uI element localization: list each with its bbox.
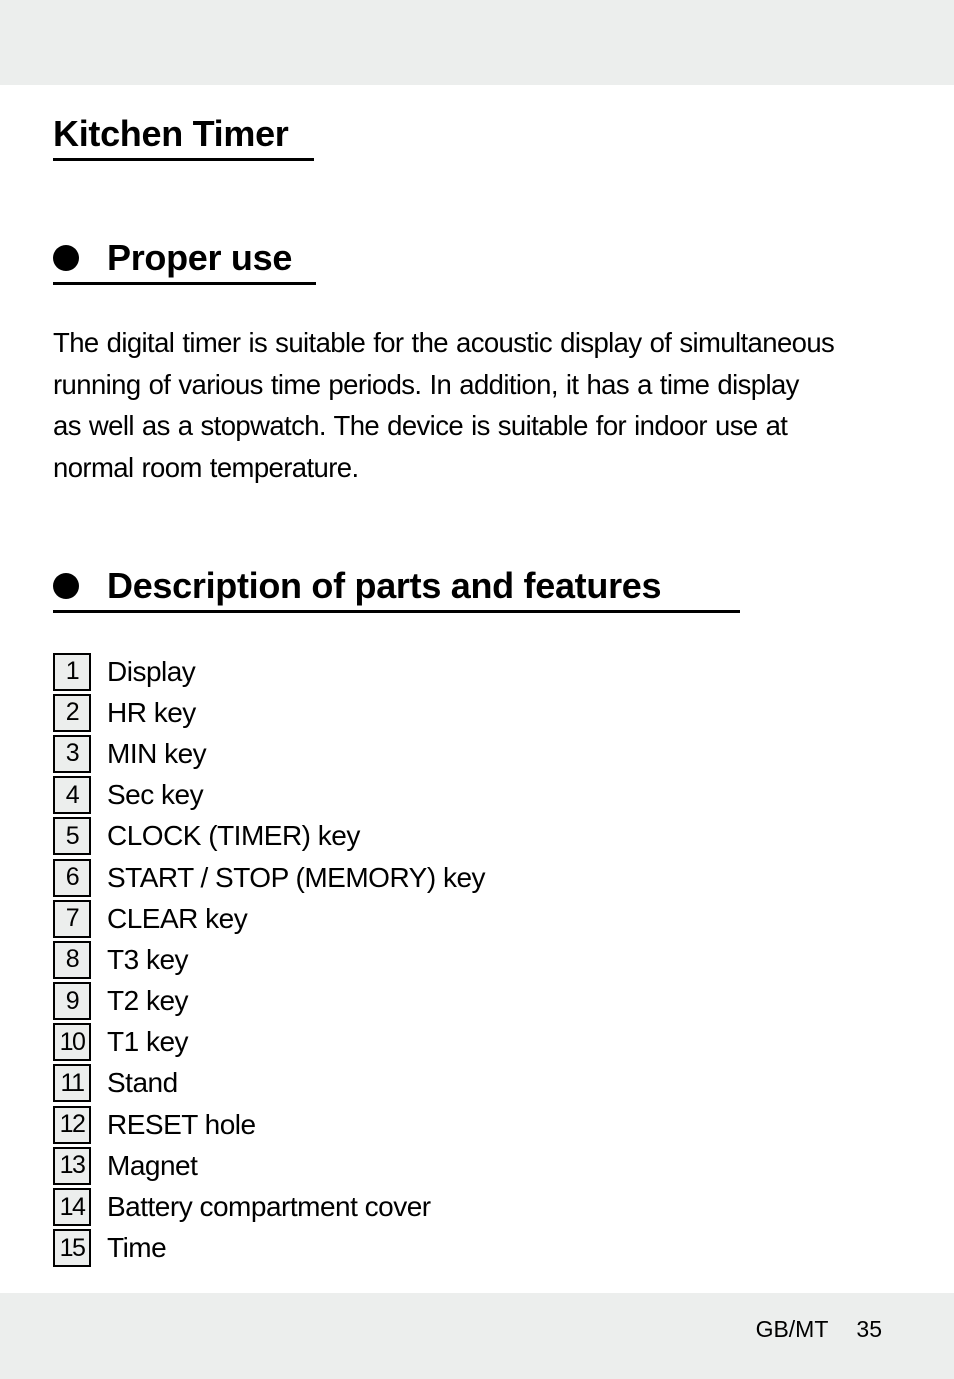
part-item: 1 Display <box>53 651 485 692</box>
part-item: 5 CLOCK (TIMER) key <box>53 816 485 857</box>
language-code: GB/MT <box>755 1316 829 1342</box>
part-item: 9 T2 key <box>53 981 485 1022</box>
part-label: Sec key <box>107 779 204 811</box>
part-number-box: 11 <box>53 1064 91 1103</box>
part-item: 6 START / STOP (MEMORY) key <box>53 857 486 898</box>
parts-list: 1 Display 2 HR key 3 MIN key 4 Sec key 5 CLOC… <box>53 651 486 1269</box>
part-label: Time <box>107 1232 167 1264</box>
section-heading-proper-use: Proper use <box>53 236 316 285</box>
part-label: T2 key <box>107 985 189 1017</box>
part-item: 7 CLEAR key <box>53 898 485 939</box>
page-title: Kitchen Timer <box>53 112 314 161</box>
part-item: 14 Battery compartment cover <box>53 1186 485 1227</box>
section-heading-label: Description of parts and features <box>107 565 662 606</box>
part-item: 11 Stand <box>53 1063 485 1104</box>
paragraph-line: normal room temperature. <box>53 451 359 483</box>
page-footer: GB/MT 35 <box>756 1316 882 1343</box>
part-item: 10 T1 key <box>53 1022 485 1063</box>
part-number-box: 13 <box>53 1146 91 1185</box>
proper-use-paragraph: The digital timer is suitable for the ac… <box>53 322 913 488</box>
part-label: RESET hole <box>107 1108 256 1140</box>
part-number-box: 5 <box>53 817 91 856</box>
part-item: 8 T3 key <box>53 939 485 980</box>
paragraph-line: The digital timer is suitable for the ac… <box>53 327 835 358</box>
part-label: Battery compartment cover <box>107 1191 431 1223</box>
part-label: T3 key <box>107 943 189 975</box>
part-label: Display <box>107 655 196 687</box>
part-label: Magnet <box>107 1149 198 1181</box>
bullet-icon <box>53 245 79 271</box>
part-label: CLOCK (TIMER) key <box>107 820 360 852</box>
bullet-icon <box>53 573 79 599</box>
part-item: 4 Sec key <box>53 775 485 816</box>
part-item: 2 HR key <box>53 692 485 733</box>
part-number-box: 9 <box>53 982 91 1021</box>
part-number-box: 8 <box>53 940 91 979</box>
part-number-box: 15 <box>53 1229 91 1268</box>
part-item: 12 RESET hole <box>53 1104 485 1145</box>
part-number-box: 10 <box>53 1023 91 1062</box>
part-label: Stand <box>107 1067 178 1099</box>
part-number-box: 2 <box>53 693 91 732</box>
section-heading-label: Proper use <box>107 237 293 278</box>
header-band <box>0 0 954 85</box>
page-number: 35 <box>856 1316 882 1342</box>
part-number-box: 7 <box>53 899 91 938</box>
part-number-box: 6 <box>53 858 91 897</box>
part-label: MIN key <box>107 737 207 769</box>
part-number-box: 14 <box>53 1188 91 1227</box>
paragraph-line: as well as a stopwatch. The device is su… <box>53 410 788 441</box>
part-number-box: 1 <box>53 652 91 691</box>
part-label: HR key <box>107 696 196 728</box>
part-item: 3 MIN key <box>53 733 485 774</box>
paragraph-line: running of various time periods. In addi… <box>53 368 799 400</box>
part-label: CLEAR key <box>107 902 248 934</box>
part-number-box: 12 <box>53 1105 91 1144</box>
section-heading-parts: Description of parts and features <box>53 564 740 613</box>
part-number-box: 3 <box>53 734 91 773</box>
part-label: T1 key <box>107 1026 189 1058</box>
part-item: 13 Magnet <box>53 1145 485 1186</box>
part-item: 15 Time <box>53 1228 485 1269</box>
part-number-box: 4 <box>53 776 91 815</box>
part-label: START / STOP (MEMORY) key <box>107 861 486 893</box>
